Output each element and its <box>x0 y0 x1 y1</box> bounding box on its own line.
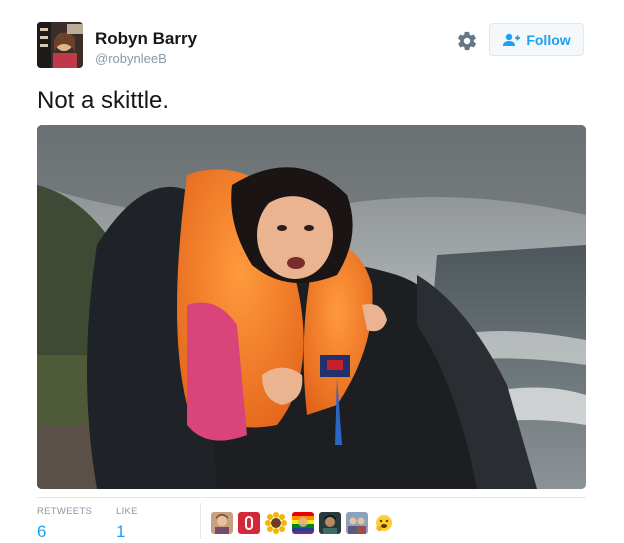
retweets-count: 6 <box>37 522 47 541</box>
likes-stat[interactable]: LIKE 1 <box>116 506 138 543</box>
tweet-text: Not a skittle. <box>37 87 170 114</box>
liker-avatar-6[interactable] <box>346 512 368 534</box>
gear-icon[interactable] <box>456 30 478 52</box>
likes-label: LIKE <box>116 506 138 517</box>
follow-button[interactable]: Follow <box>489 23 584 56</box>
liker-avatar-2[interactable] <box>238 512 260 534</box>
likes-count: 1 <box>116 522 126 541</box>
author-handle[interactable]: @robynleeB <box>95 51 167 67</box>
likers-list <box>211 512 395 536</box>
liker-avatar-5[interactable] <box>319 512 341 534</box>
retweets-label: RETWEETS <box>37 506 93 517</box>
divider <box>37 497 586 498</box>
liker-avatar-7[interactable] <box>373 512 395 534</box>
stats-divider <box>200 503 201 539</box>
author-avatar[interactable] <box>37 22 83 68</box>
liker-avatar-1[interactable] <box>211 512 233 534</box>
liker-avatar-4[interactable] <box>292 512 314 534</box>
liker-avatar-3[interactable] <box>265 512 287 534</box>
follow-label: Follow <box>526 31 571 48</box>
add-user-icon <box>502 33 521 47</box>
retweets-stat[interactable]: RETWEETS 6 <box>37 506 92 543</box>
tweet-card: Robyn Barry @robynleeB Follow Not a skit… <box>0 0 624 542</box>
author-name[interactable]: Robyn Barry <box>95 29 197 49</box>
tweet-photo[interactable] <box>37 125 586 489</box>
